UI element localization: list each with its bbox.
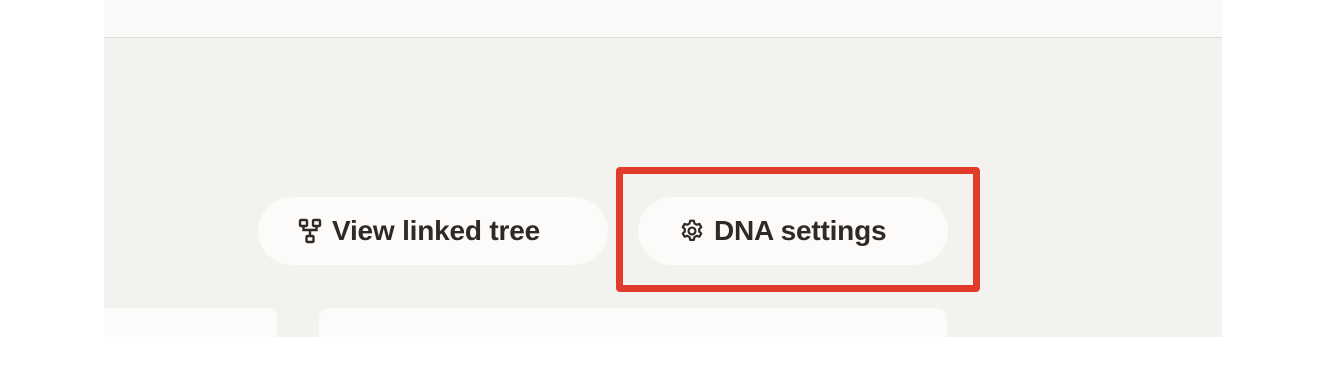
view-linked-tree-button[interactable]: View linked tree	[258, 197, 608, 265]
gear-icon	[678, 217, 706, 245]
dna-settings-button[interactable]: DNA settings	[638, 197, 948, 265]
dna-settings-label: DNA settings	[714, 215, 887, 246]
tree-icon	[296, 217, 324, 245]
top-bar	[104, 0, 1222, 38]
content-card	[319, 308, 947, 337]
page-viewport: View linked tree DNA settings	[104, 0, 1222, 337]
content-card	[104, 308, 277, 337]
view-linked-tree-label: View linked tree	[332, 215, 540, 246]
